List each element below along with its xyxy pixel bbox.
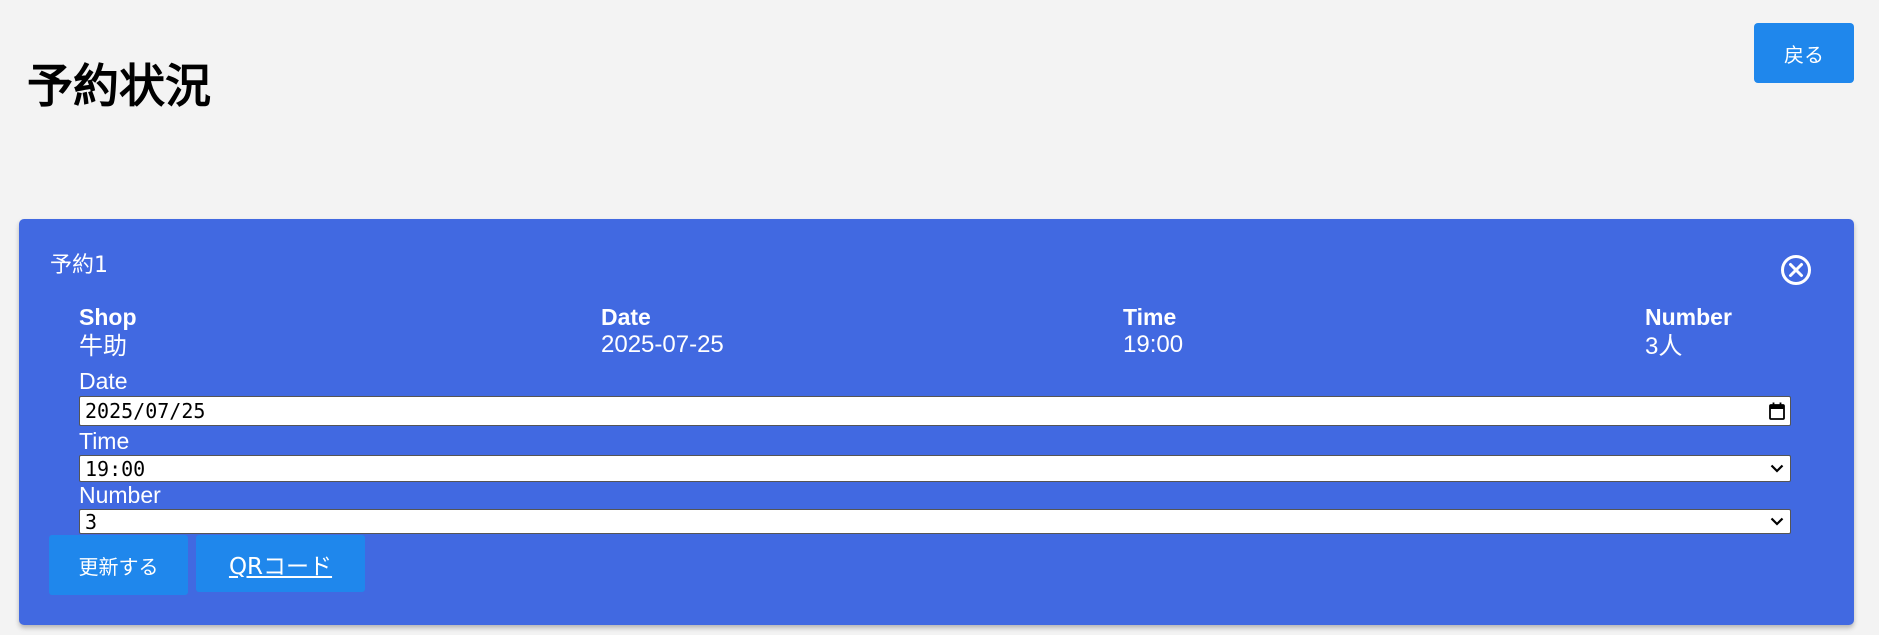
time-header: Time [1123,304,1177,330]
reservation-title: 予約1 [50,253,108,278]
close-circle-icon[interactable] [1780,254,1812,286]
time-field-label: Time [79,428,130,454]
page-title: 予約状況 [27,59,211,113]
summary-shop: Shop 牛助 [79,303,137,361]
date-field-label: Date [79,368,128,394]
date-field[interactable]: 2025/07/25 [79,396,1791,426]
back-button[interactable]: 戻る [1754,23,1854,83]
number-value: 3人 [1645,333,1683,360]
time-select[interactable]: 19:00 [79,455,1791,482]
summary-number: Number 3人 [1645,303,1732,361]
number-header: Number [1645,304,1732,330]
date-value: 2025-07-25 [601,331,724,358]
number-select[interactable]: 3 [79,509,1791,534]
page: 予約状況 戻る 予約1 Shop 牛助 Date 2025-07-25 Time… [0,0,1879,635]
shop-value: 牛助 [79,333,127,360]
date-header: Date [601,304,651,330]
shop-header: Shop [79,304,137,330]
number-select-value: 3 [85,509,98,534]
qr-code-link[interactable]: QRコード [196,535,365,592]
summary-date: Date 2025-07-25 [601,303,724,359]
summary-time: Time 19:00 [1123,303,1183,359]
number-field-label: Number [79,482,161,508]
date-field-value: 2025/07/25 [85,399,206,423]
reservation-card: 予約1 Shop 牛助 Date 2025-07-25 Time 19:00 N… [19,219,1854,625]
time-select-value: 19:00 [85,456,146,481]
update-button[interactable]: 更新する [49,535,188,595]
time-value: 19:00 [1123,331,1184,358]
calendar-icon[interactable] [1764,397,1790,425]
chevron-down-icon [1764,456,1790,481]
chevron-down-icon [1764,510,1790,533]
